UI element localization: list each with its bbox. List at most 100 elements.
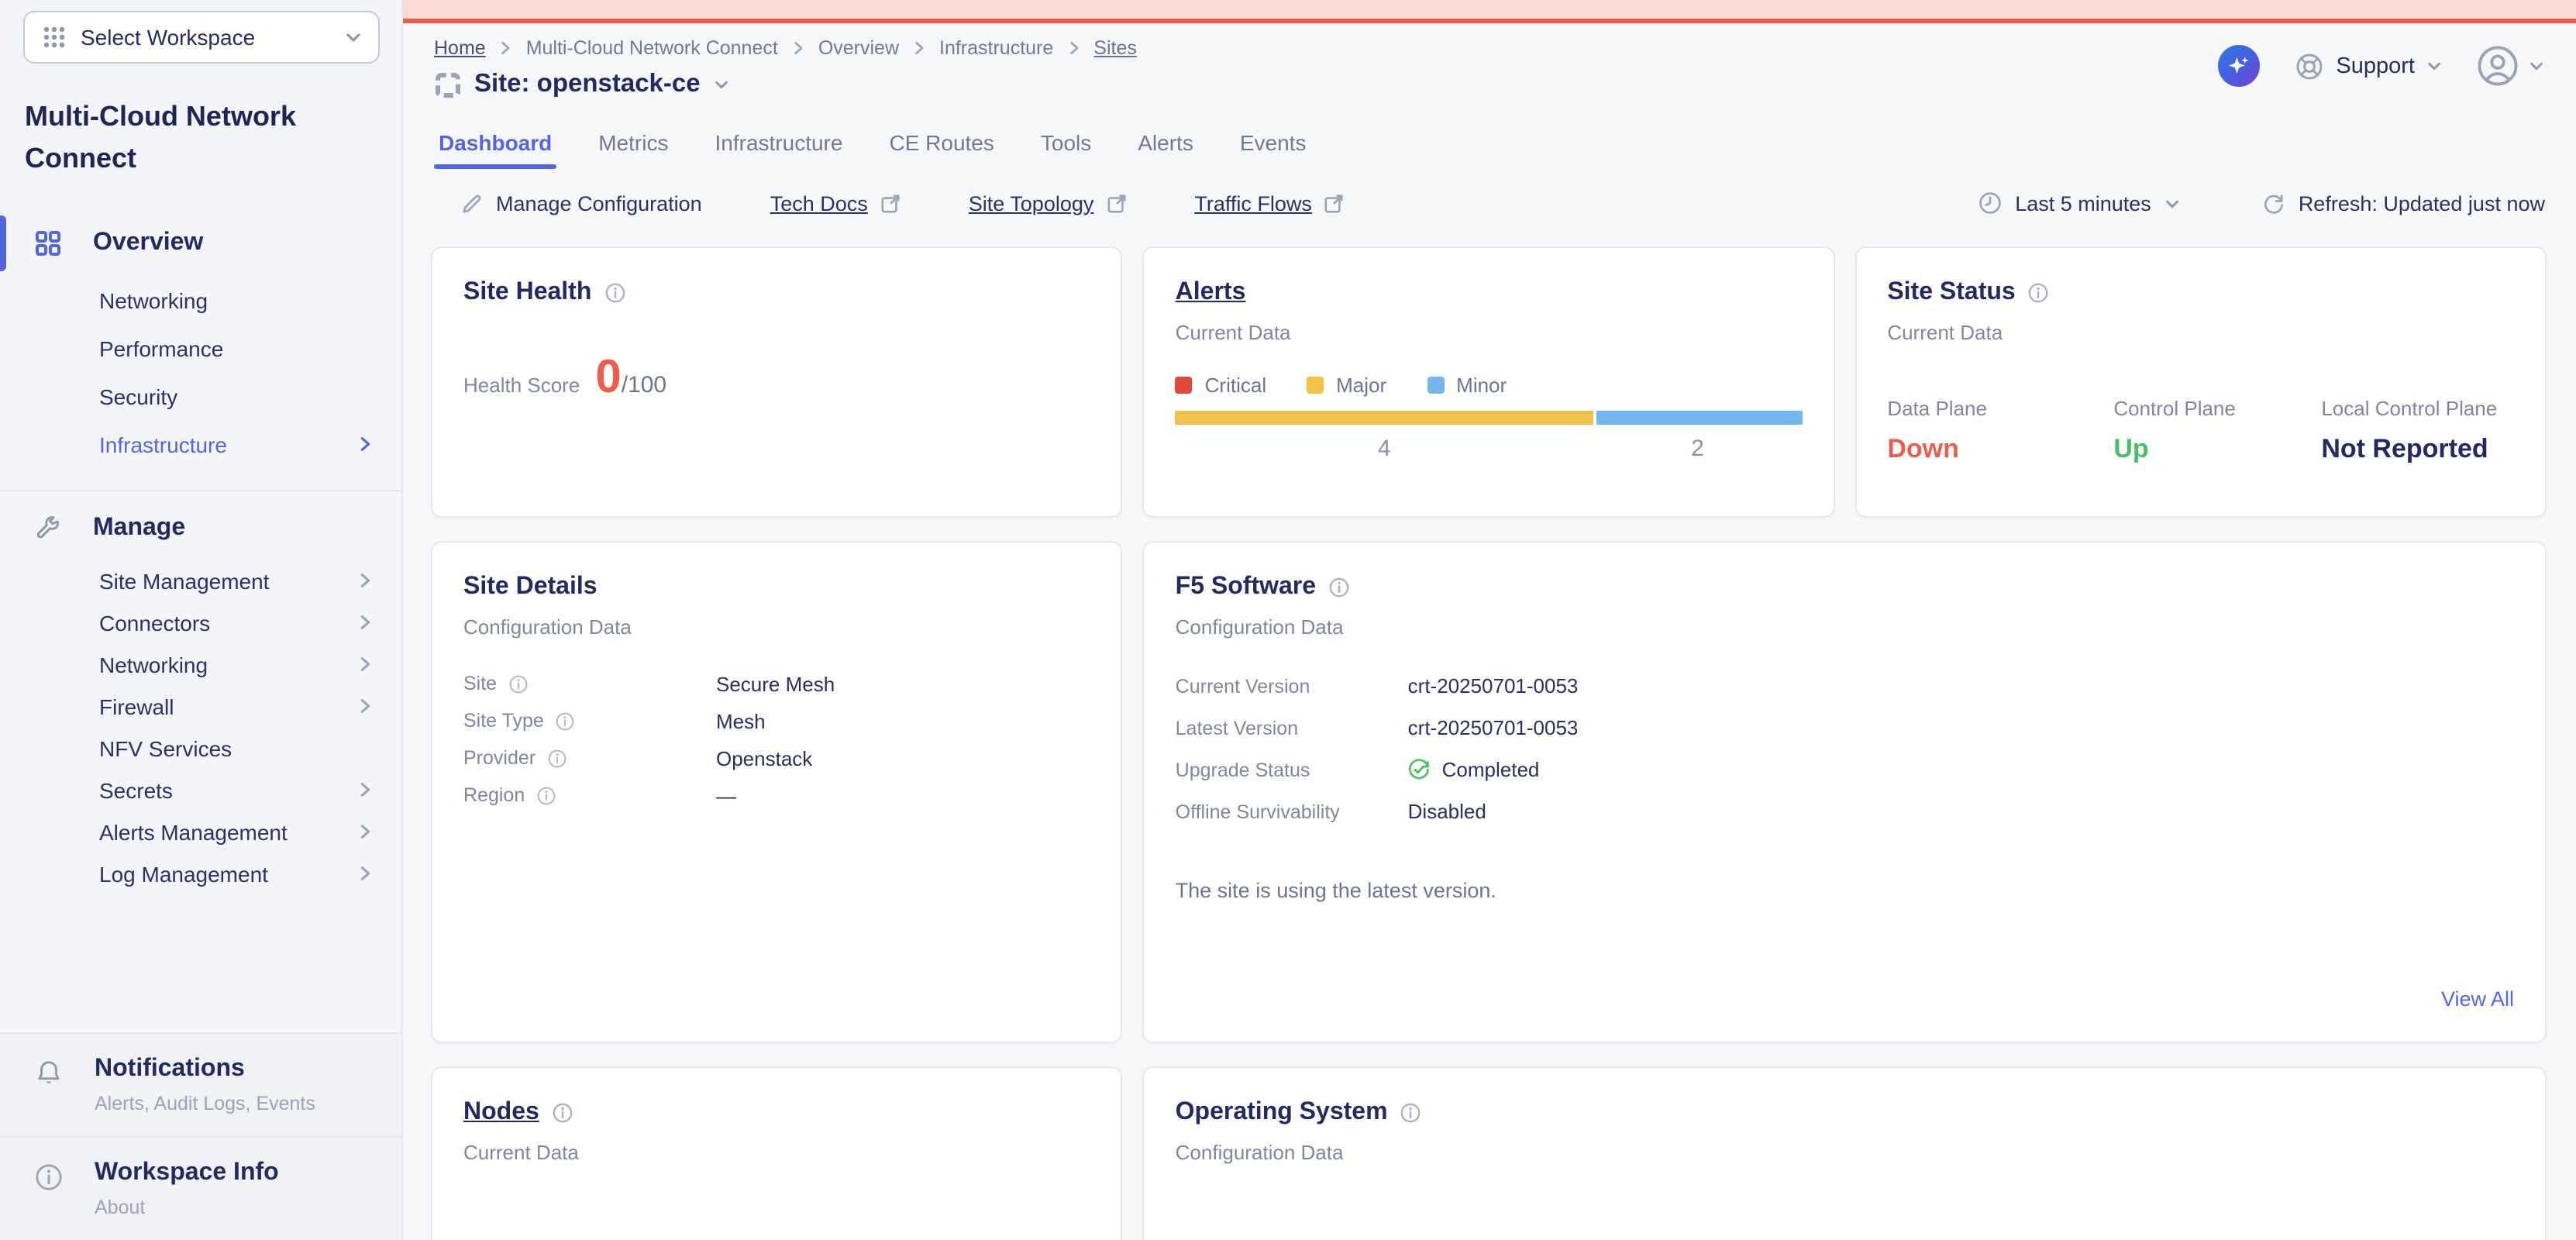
- tab-events[interactable]: Events: [1240, 130, 1307, 169]
- breadcrumb-item[interactable]: Overview: [818, 37, 899, 59]
- support-menu[interactable]: Support: [2294, 50, 2443, 81]
- tab-ce-routes[interactable]: CE Routes: [889, 130, 994, 169]
- workspace-selector[interactable]: Select Workspace: [23, 11, 380, 64]
- sidebar-item-networking[interactable]: Networking: [0, 276, 401, 324]
- info-icon[interactable]: [2028, 282, 2050, 304]
- minor-bar-segment[interactable]: [1593, 411, 1803, 425]
- user-menu[interactable]: [2477, 45, 2545, 87]
- sidebar-item-label: Alerts Management: [99, 819, 356, 844]
- alerts-stacked-bar[interactable]: [1176, 411, 1803, 425]
- refresh-button[interactable]: Refresh: Updated just now: [2261, 191, 2545, 215]
- sidebar-item-label: Connectors: [99, 610, 356, 635]
- workspace-title: Multi-Cloud Network Connect: [25, 96, 374, 180]
- sidebar-item-infrastructure[interactable]: Infrastructure: [0, 420, 401, 468]
- nodes-title-link[interactable]: Nodes: [463, 1099, 539, 1127]
- info-icon[interactable]: [536, 785, 556, 805]
- breadcrumb-item[interactable]: Multi-Cloud Network Connect: [526, 37, 778, 59]
- f5-software-message: The site is using the latest version.: [1176, 879, 2514, 902]
- sidebar-item-security[interactable]: Security: [0, 372, 401, 420]
- detail-label: Provider: [463, 747, 536, 769]
- sidebar-item-notifications[interactable]: Notifications Alerts, Audit Logs, Events: [0, 1034, 401, 1136]
- tab-dashboard[interactable]: Dashboard: [439, 130, 552, 169]
- info-icon[interactable]: [552, 1102, 573, 1124]
- traffic-flows-link[interactable]: Traffic Flows: [1194, 191, 1345, 215]
- chevron-right-icon: [356, 698, 374, 715]
- time-range-selector[interactable]: Last 5 minutes: [1978, 191, 2181, 215]
- chevron-right-icon: [911, 40, 927, 56]
- info-icon[interactable]: [508, 673, 528, 694]
- sidebar: Select Workspace Multi-Cloud Network Con…: [0, 0, 403, 1240]
- row-upgrade-status: Upgrade Status Completed: [1176, 749, 2514, 790]
- sidebar-item-connectors[interactable]: Connectors: [0, 601, 401, 643]
- workspace-selector-label: Select Workspace: [81, 25, 344, 50]
- detail-label: Current Version: [1176, 675, 1310, 697]
- major-bar-segment[interactable]: [1176, 411, 1593, 425]
- tab-tools[interactable]: Tools: [1041, 130, 1091, 169]
- notifications-subtitle: Alerts, Audit Logs, Events: [95, 1093, 315, 1114]
- info-icon[interactable]: [555, 711, 575, 731]
- nav-section-overview[interactable]: Overview: [0, 211, 401, 276]
- status-label: Control Plane: [2113, 397, 2321, 420]
- info-circle-icon: [34, 1162, 64, 1192]
- legend-label: Minor: [1456, 374, 1507, 397]
- alerts-title-link[interactable]: Alerts: [1176, 279, 1246, 307]
- ai-assistant-button[interactable]: [2218, 45, 2260, 87]
- info-icon[interactable]: [1400, 1102, 1422, 1124]
- sidebar-item-log-management[interactable]: Log Management: [0, 852, 401, 894]
- external-link-icon: [1324, 193, 1345, 213]
- time-range-label: Last 5 minutes: [2015, 191, 2151, 215]
- workspace-info-label: Workspace Info: [95, 1159, 279, 1187]
- sidebar-item-secrets[interactable]: Secrets: [0, 769, 401, 811]
- nodes-card: Nodes Current Data: [431, 1066, 1123, 1240]
- info-icon[interactable]: [1328, 577, 1350, 598]
- clock-icon: [1978, 191, 2003, 215]
- site-details-rows: Site Secure Mesh Site Type Mesh Provider: [463, 665, 1090, 814]
- alerts-legend: Critical Major Minor: [1176, 374, 1803, 397]
- tab-metrics[interactable]: Metrics: [598, 130, 668, 169]
- sidebar-item-performance[interactable]: Performance: [0, 324, 401, 372]
- sidebar-item-alerts-management[interactable]: Alerts Management: [0, 811, 401, 852]
- nav-section-manage[interactable]: Manage: [0, 498, 401, 560]
- sidebar-item-workspace-info[interactable]: Workspace Info About: [0, 1138, 401, 1240]
- tab-infrastructure[interactable]: Infrastructure: [715, 130, 843, 169]
- info-icon[interactable]: [546, 748, 567, 768]
- info-icon[interactable]: [604, 282, 625, 304]
- toolbar: Manage Configuration Tech Docs Site Topo…: [403, 169, 2576, 215]
- f5-software-subtitle: Configuration Data: [1176, 615, 2514, 639]
- tab-alerts[interactable]: Alerts: [1138, 130, 1193, 169]
- site-details-card: Site Details Configuration Data Site Sec…: [431, 541, 1123, 1043]
- sidebar-item-label: Security: [99, 384, 374, 408]
- sidebar-nav: Overview Networking Performance Security…: [0, 211, 401, 894]
- sidebar-item-nfv-services[interactable]: NFV Services: [0, 727, 401, 769]
- chevron-right-icon: [356, 781, 374, 798]
- page-header: Home Multi-Cloud Network Connect Overvie…: [403, 23, 2576, 112]
- breadcrumb-home[interactable]: Home: [434, 37, 486, 59]
- chevron-down-icon: [2426, 57, 2443, 74]
- site-details-title: Site Details: [463, 574, 598, 601]
- chevron-right-icon: [356, 614, 374, 631]
- sidebar-item-firewall[interactable]: Firewall: [0, 685, 401, 727]
- tech-docs-link[interactable]: Tech Docs: [770, 191, 901, 215]
- chevron-down-icon: [344, 28, 363, 46]
- manage-configuration-button[interactable]: Manage Configuration: [460, 191, 702, 215]
- minor-swatch: [1427, 377, 1444, 394]
- site-status-card: Site Status Current Data Data Plane Down…: [1855, 246, 2547, 518]
- sidebar-item-site-management[interactable]: Site Management: [0, 560, 401, 601]
- critical-swatch: [1176, 377, 1193, 394]
- external-link-icon: [1106, 193, 1126, 213]
- view-all-link[interactable]: View All: [2441, 987, 2514, 1011]
- chevron-down-icon: [2528, 57, 2545, 74]
- detail-value: crt-20250701-0053: [1408, 716, 2514, 739]
- sparkle-icon: [2226, 53, 2252, 79]
- site-topology-link[interactable]: Site Topology: [969, 191, 1127, 215]
- breadcrumb-item[interactable]: Infrastructure: [939, 37, 1053, 59]
- active-section-indicator: [0, 215, 6, 271]
- chevron-down-icon[interactable]: [713, 76, 730, 93]
- pencil-icon: [460, 191, 484, 215]
- breadcrumb-sites[interactable]: Sites: [1093, 37, 1137, 59]
- legend-major: Major: [1307, 374, 1386, 397]
- chevron-right-icon: [356, 656, 374, 673]
- sidebar-item-networking-manage[interactable]: Networking: [0, 643, 401, 685]
- detail-label: Site: [463, 673, 497, 694]
- detail-label: Upgrade Status: [1176, 759, 1310, 780]
